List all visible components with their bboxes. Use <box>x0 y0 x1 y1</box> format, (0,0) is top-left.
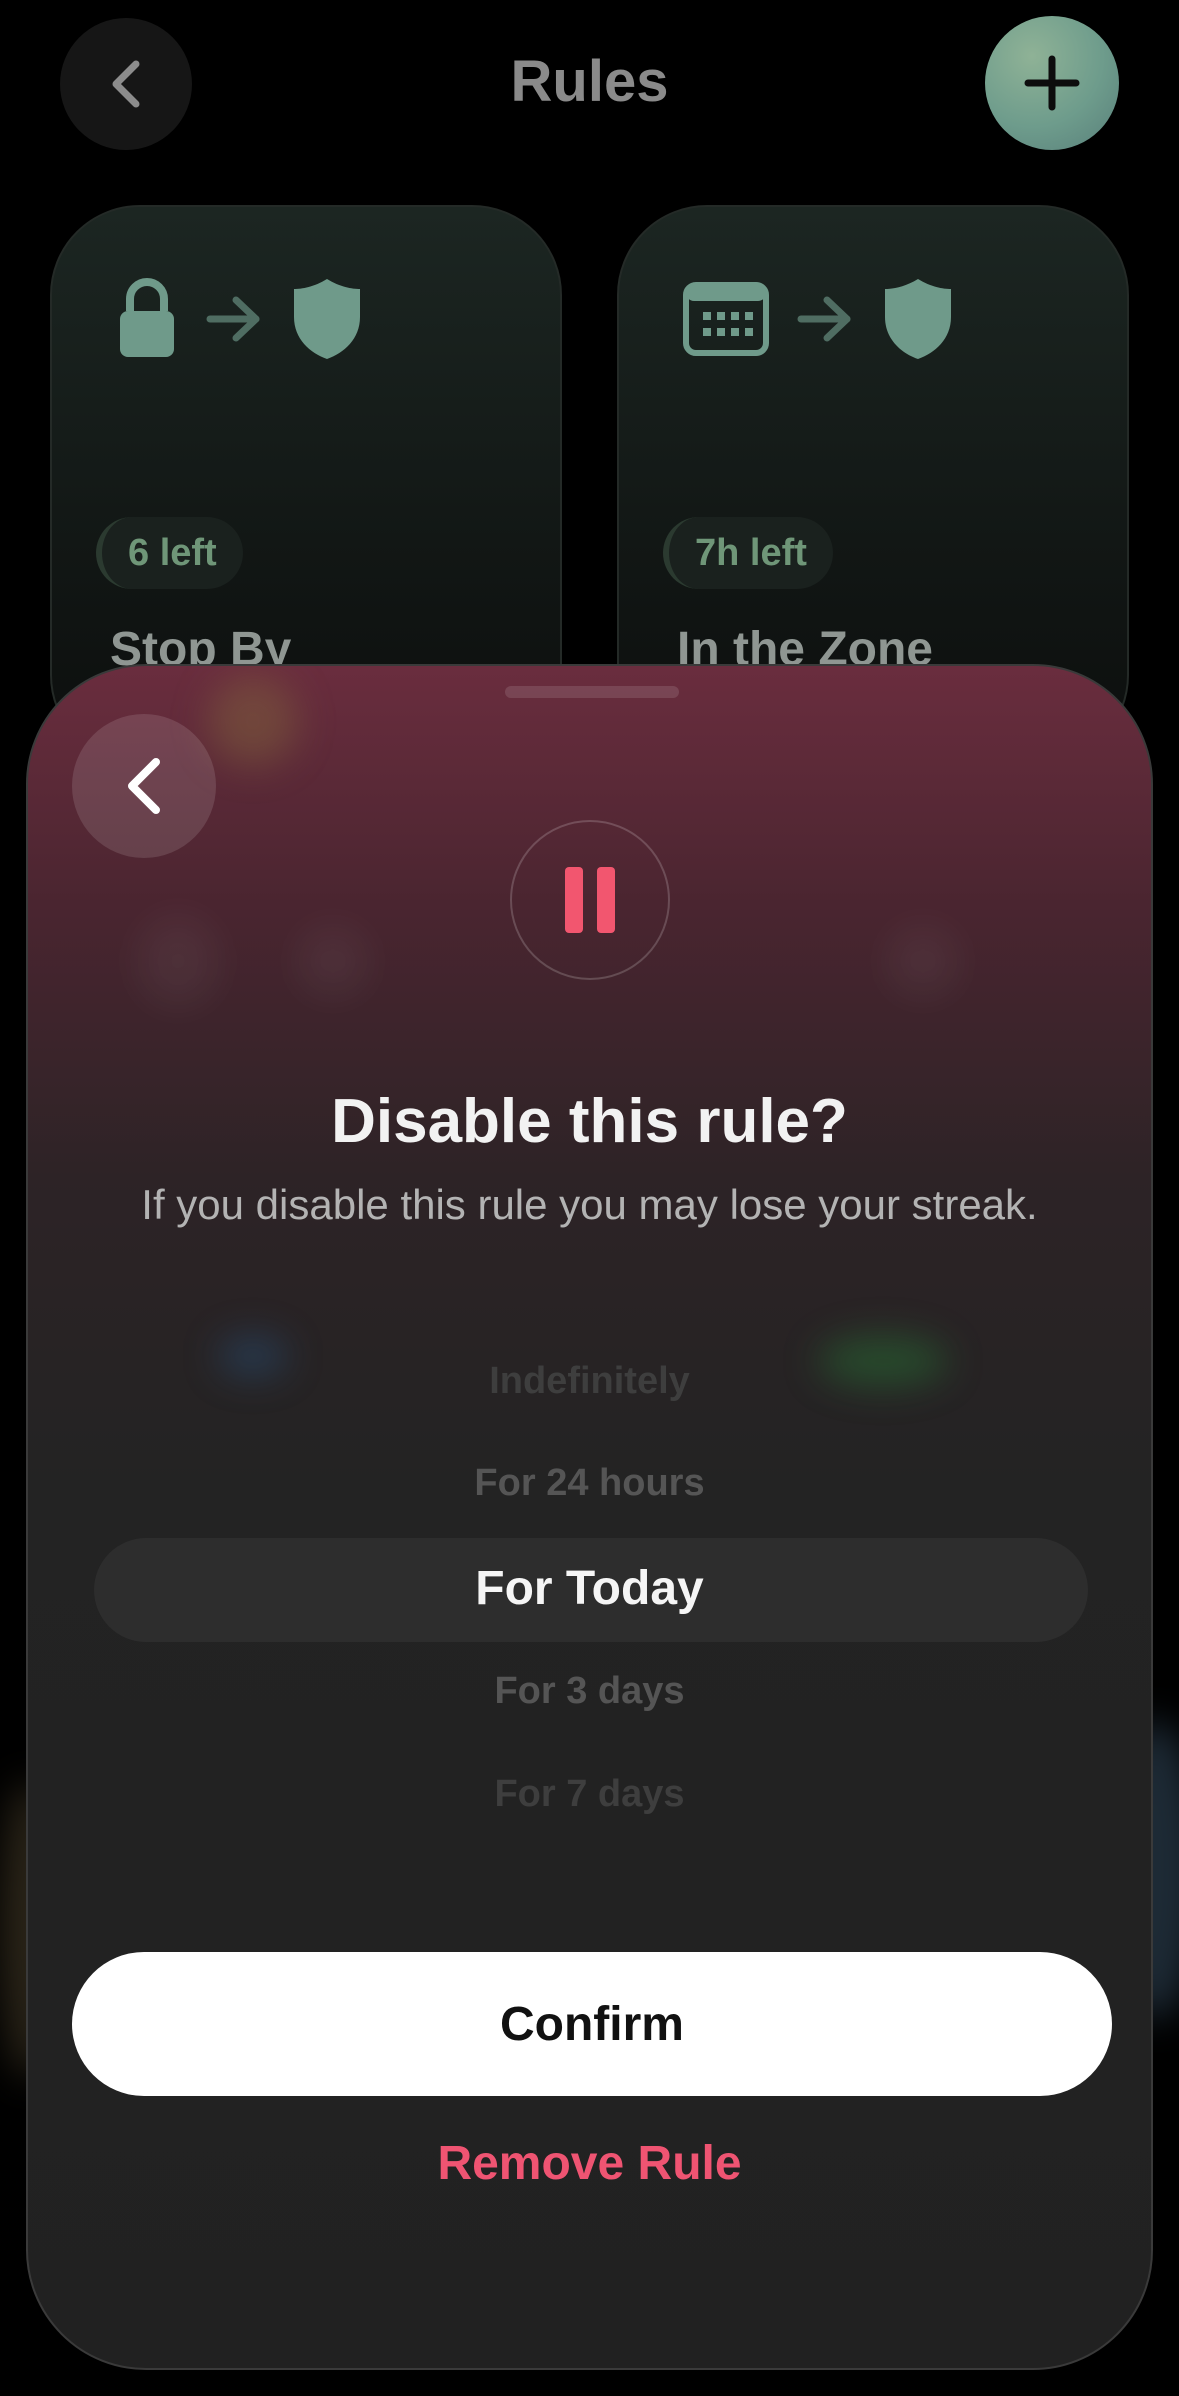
background-blur <box>298 926 368 996</box>
add-rule-button[interactable] <box>985 16 1119 150</box>
rule-flow <box>116 277 362 361</box>
pause-icon <box>565 867 615 933</box>
background-blur <box>888 926 958 996</box>
sheet-subtitle: If you disable this rule you may lose yo… <box>141 1181 1038 1228</box>
shield-icon <box>294 279 360 359</box>
plus-icon <box>1024 55 1080 111</box>
calendar-icon <box>683 282 769 356</box>
arrow-right-icon <box>797 296 851 342</box>
background-blur <box>208 676 298 766</box>
time-left-badge: 6 left <box>96 517 243 589</box>
rule-flow <box>683 277 953 361</box>
sheet-grabber[interactable] <box>505 686 679 698</box>
confirm-button[interactable]: Confirm <box>72 1952 1112 2096</box>
sheet-title: Disable this rule? <box>331 1087 848 1156</box>
pause-status <box>510 820 670 980</box>
lock-icon <box>120 278 174 357</box>
time-left-badge: 7h left <box>663 517 833 589</box>
shield-icon <box>885 279 951 359</box>
picker-option-selected[interactable]: For Today <box>28 1561 1151 1616</box>
picker-option[interactable]: For 3 days <box>28 1670 1151 1713</box>
picker-option[interactable]: For 7 days <box>28 1773 1151 1816</box>
disable-rule-sheet: Disable this rule? If you disable this r… <box>26 664 1153 2370</box>
arrow-right-icon <box>206 296 260 342</box>
remove-rule-button[interactable]: Remove Rule <box>28 2136 1151 2191</box>
rules-screen: Rules 6 left Stop By 7h left In the Zone… <box>0 0 1179 2396</box>
picker-option[interactable]: For 24 hours <box>28 1462 1151 1505</box>
chevron-left-icon <box>128 758 160 814</box>
picker-option[interactable]: Indefinitely <box>28 1360 1151 1403</box>
sheet-back-button[interactable] <box>72 714 216 858</box>
background-blur <box>138 916 218 1006</box>
